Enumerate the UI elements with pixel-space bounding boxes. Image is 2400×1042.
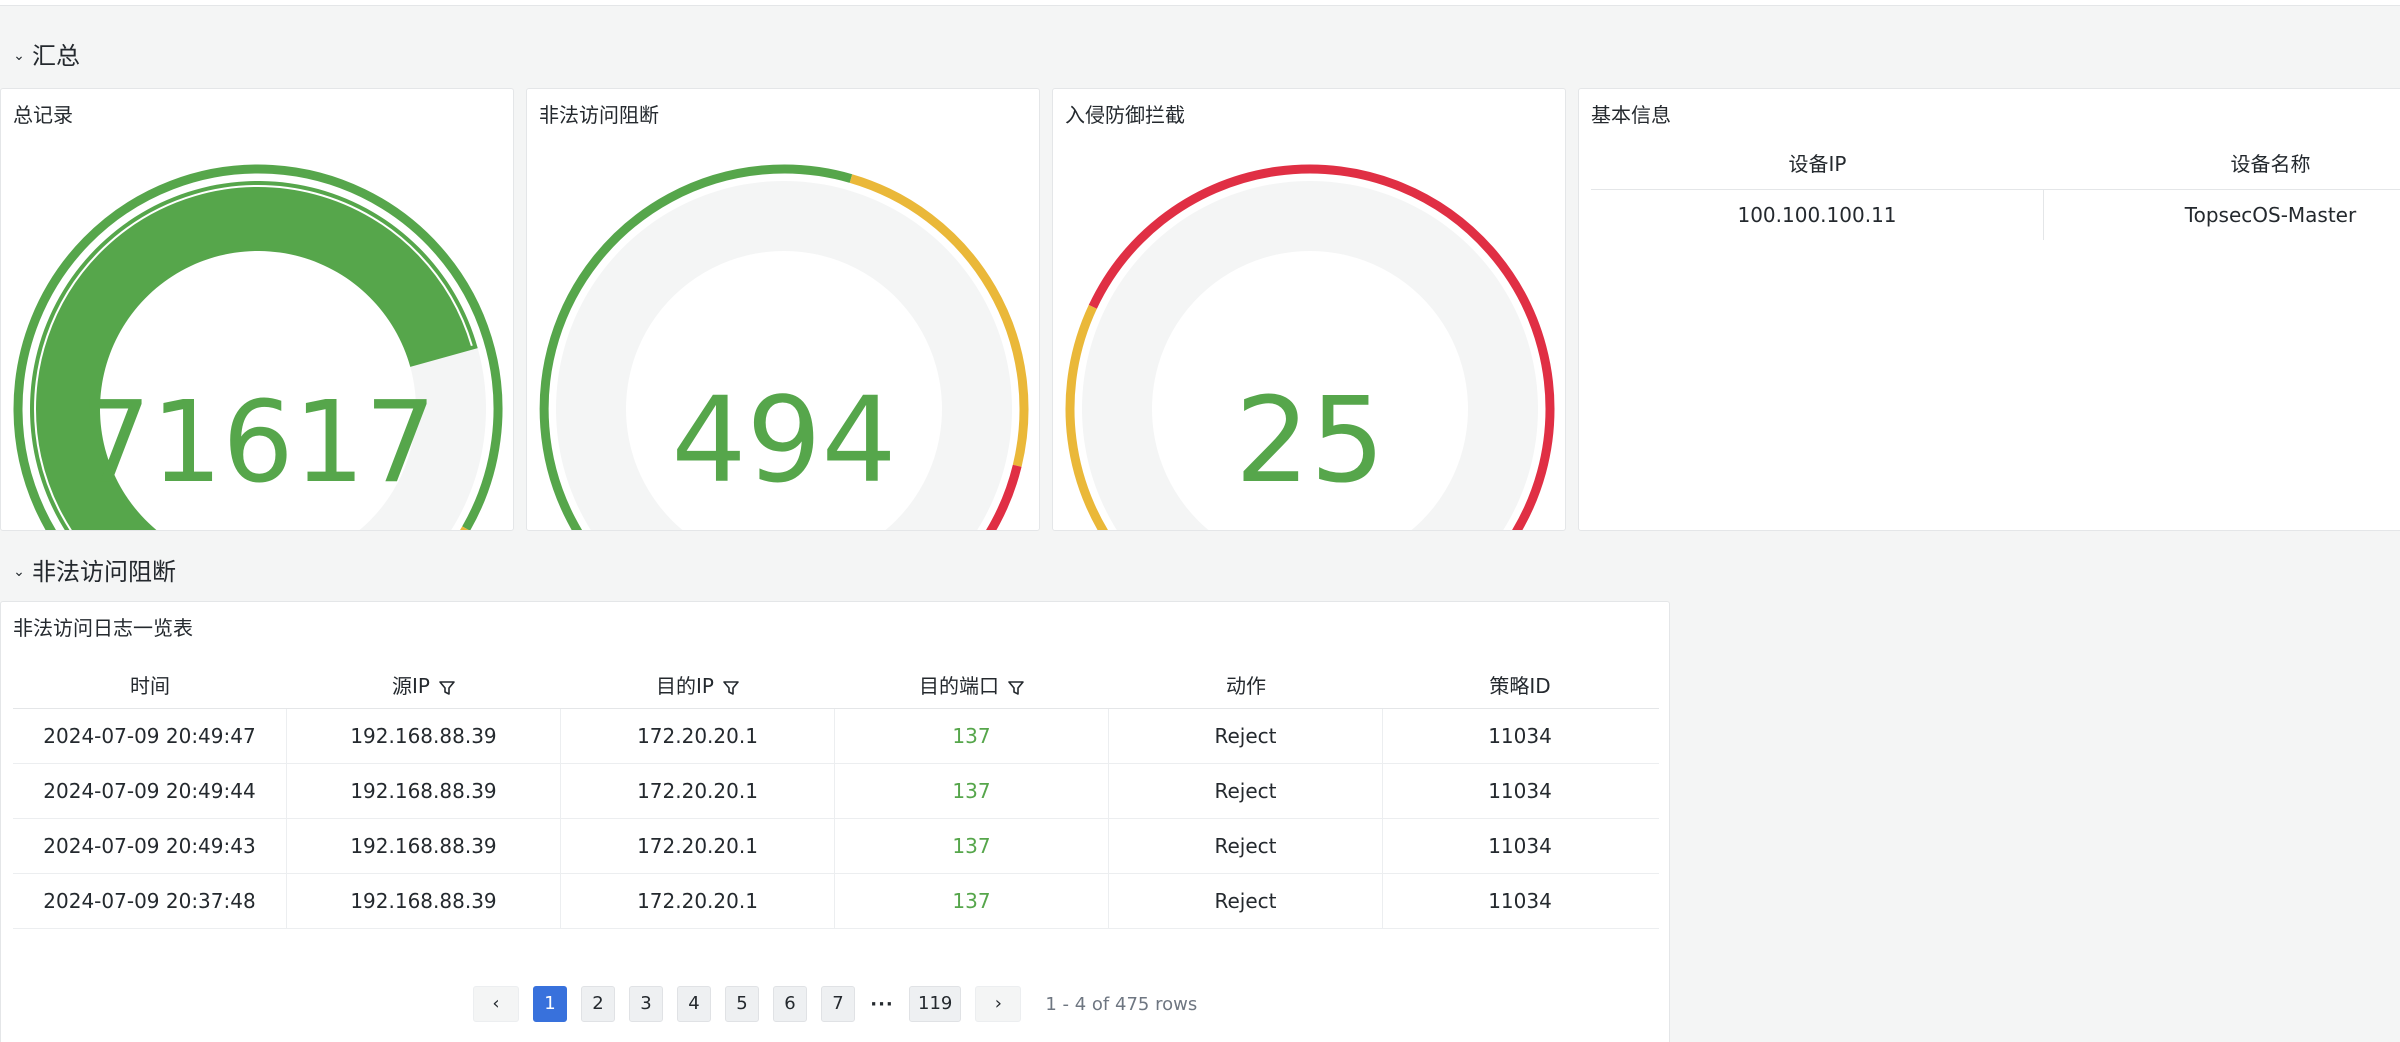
column-header-src-ip[interactable]: 源IP (287, 664, 561, 708)
page-button-4[interactable]: 4 (677, 986, 711, 1022)
dst-ip-cell: 172.20.20.1 (561, 874, 835, 928)
action-cell: Reject (1109, 819, 1383, 873)
column-header-label: 策略ID (1489, 674, 1551, 698)
column-header-label: 源IP (392, 674, 430, 698)
gauge-panel-illegal-access: 非法访问阻断 494 (526, 88, 1040, 531)
column-header[interactable]: 设备IP (1591, 139, 2044, 189)
row-title-summary: 汇总 (32, 42, 80, 70)
policy-id-cell: 11034 (1488, 779, 1552, 803)
time-cell: 2024-07-09 20:37:48 (13, 874, 287, 928)
src-ip-cell: 192.168.88.39 (287, 764, 561, 818)
gauge-value: 494 (671, 371, 896, 509)
panel-title: 非法访问日志一览表 (13, 616, 193, 640)
dst-ip-cell: 172.20.20.1 (561, 764, 835, 818)
gauge-value: 25 (1235, 371, 1385, 509)
src-ip-cell: 192.168.88.39 (287, 874, 561, 928)
info-table-header: 设备IP 设备名称 (1591, 139, 2400, 190)
filter-icon[interactable] (1007, 679, 1025, 697)
src-ip-cell: 192.168.88.39 (287, 819, 561, 873)
page-button-last[interactable]: 119 (909, 986, 962, 1022)
device-name-cell: TopsecOS-Master (2184, 203, 2357, 227)
dst-port-cell: 137 (835, 764, 1109, 818)
panel-title: 基本信息 (1591, 103, 1671, 127)
log-table-header: 时间 源IP 目的IP 目的端口 动作 策略ID (13, 664, 1659, 709)
pagination: ‹ 1 2 3 4 5 6 7 ··· 119 › 1 - 4 of 475 r… (473, 986, 1197, 1022)
log-table: 时间 源IP 目的IP 目的端口 动作 策略ID 2024-07-09 20:4… (13, 664, 1659, 929)
pagination-ellipsis[interactable]: ··· (869, 994, 895, 1015)
column-header-dst-port[interactable]: 目的端口 (835, 664, 1109, 708)
illegal-access-log-panel: 非法访问日志一览表 时间 源IP 目的IP 目的端口 动作 策略ID 2024-… (0, 601, 1670, 1042)
policy-id-cell: 11034 (1488, 889, 1552, 913)
column-header-dst-ip[interactable]: 目的IP (561, 664, 835, 708)
prev-page-button[interactable]: ‹ (473, 986, 519, 1022)
policy-id-cell: 11034 (1488, 724, 1552, 748)
action-cell: Reject (1109, 709, 1383, 763)
filter-icon[interactable] (722, 679, 740, 697)
row-title-illegal-access: 非法访问阻断 (32, 558, 176, 586)
page-button-7[interactable]: 7 (821, 986, 855, 1022)
column-header-label: 目的IP (656, 674, 714, 698)
dst-ip-cell: 172.20.20.1 (561, 819, 835, 873)
page-button-6[interactable]: 6 (773, 986, 807, 1022)
table-row: 100.100.100.11 TopsecOS-Master (1591, 190, 2400, 240)
dst-ip-cell: 172.20.20.1 (561, 709, 835, 763)
basic-info-panel: 基本信息 设备IP 设备名称 100.100.100.11 TopsecOS-M… (1578, 88, 2400, 531)
gauge: 71617 (13, 164, 503, 530)
column-header-label: 时间 (130, 674, 170, 698)
column-header-label: 目的端口 (919, 674, 999, 698)
chevron-down-icon: ⌄ (13, 47, 25, 64)
next-page-button[interactable]: › (975, 986, 1022, 1022)
column-header[interactable]: 设备名称 (2044, 139, 2400, 189)
action-cell: Reject (1109, 764, 1383, 818)
page-button-5[interactable]: 5 (725, 986, 759, 1022)
page-button-3[interactable]: 3 (629, 986, 663, 1022)
page-button-2[interactable]: 2 (581, 986, 615, 1022)
pagination-info: 1 - 4 of 475 rows (1045, 993, 1198, 1015)
column-header-policy-id[interactable]: 策略ID (1383, 664, 1657, 708)
dst-port-cell: 137 (835, 874, 1109, 928)
top-bar (0, 0, 2400, 6)
chevron-down-icon: ⌄ (13, 563, 25, 580)
table-row: 2024-07-09 20:49:47 192.168.88.39 172.20… (13, 709, 1659, 764)
action-cell: Reject (1109, 874, 1383, 928)
gauge-panel-intrusion: 入侵防御拦截 25 (1052, 88, 1566, 531)
gauge: 494 (539, 164, 1029, 530)
row-header-illegal-access[interactable]: ⌄ 非法访问阻断 (12, 552, 176, 587)
dst-port-cell: 137 (835, 709, 1109, 763)
filter-icon[interactable] (438, 679, 456, 697)
gauge: 25 (1065, 164, 1555, 530)
dst-port-cell: 137 (835, 819, 1109, 873)
time-cell: 2024-07-09 20:49:44 (13, 764, 287, 818)
time-cell: 2024-07-09 20:49:47 (13, 709, 287, 763)
table-row: 2024-07-09 20:49:44 192.168.88.39 172.20… (13, 764, 1659, 819)
device-ip-cell: 100.100.100.11 (1591, 190, 2044, 240)
table-row: 2024-07-09 20:37:48 192.168.88.39 172.20… (13, 874, 1659, 929)
gauge-value: 71617 (80, 378, 436, 508)
column-header-label: 动作 (1226, 674, 1266, 698)
column-header-action[interactable]: 动作 (1109, 664, 1383, 708)
gauge-panel-total: 总记录 71617 (0, 88, 514, 531)
time-cell: 2024-07-09 20:49:43 (13, 819, 287, 873)
row-header-summary[interactable]: ⌄ 汇总 (12, 36, 80, 71)
table-row: 2024-07-09 20:49:43 192.168.88.39 172.20… (13, 819, 1659, 874)
column-header-time[interactable]: 时间 (13, 664, 287, 708)
info-table: 设备IP 设备名称 100.100.100.11 TopsecOS-Master (1591, 139, 2400, 240)
policy-id-cell: 11034 (1488, 834, 1552, 858)
src-ip-cell: 192.168.88.39 (287, 709, 561, 763)
page-button-1[interactable]: 1 (533, 986, 567, 1022)
